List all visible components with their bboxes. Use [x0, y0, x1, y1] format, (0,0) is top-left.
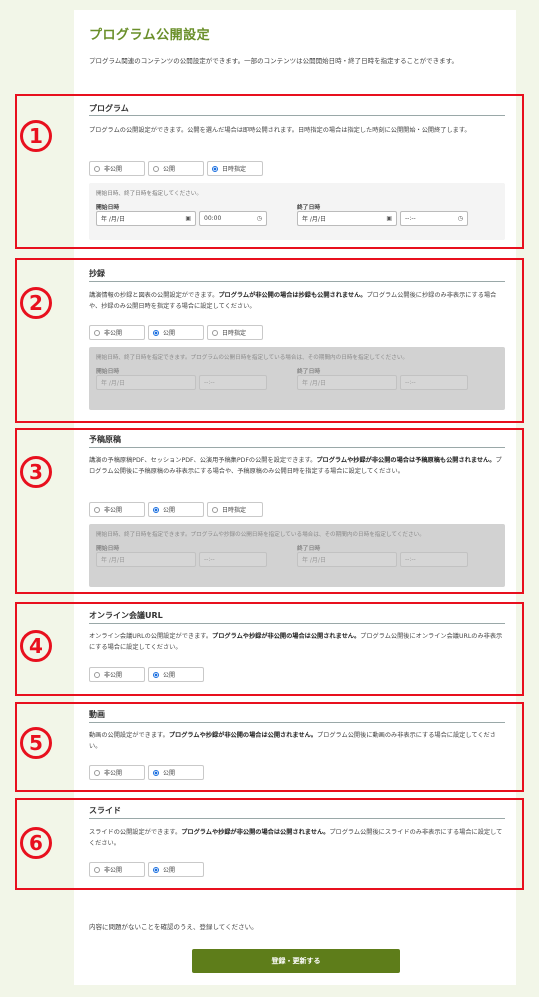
- end-time-input[interactable]: --:--: [400, 375, 468, 390]
- schedule-box-program: 開始日時、終了日時を指定してください。 開始日時 終了日時 年 /月/日 ▣ 00…: [89, 183, 505, 240]
- section-title-online: オンライン会議URL: [89, 611, 163, 620]
- radio-circle-icon: [153, 506, 159, 513]
- radio-circle-icon: [153, 329, 159, 336]
- marker-4: 4: [20, 630, 52, 662]
- visibility-radio-group-abstract: 非公開 公開 日時指定: [89, 325, 263, 340]
- start-date-input[interactable]: 年 /月/日: [96, 552, 196, 567]
- radio-circle-icon: [153, 671, 159, 678]
- radio-public[interactable]: 公開: [148, 502, 204, 517]
- start-date-input[interactable]: 年 /月/日: [96, 375, 196, 390]
- radio-public[interactable]: 公開: [148, 765, 204, 780]
- schedule-note: 開始日時、終了日時を指定できます。プログラムの公開日時を指定している場合は、その…: [96, 355, 409, 361]
- marker-6: 6: [20, 827, 52, 859]
- visibility-radio-group-program: 非公開 公開 日時指定: [89, 161, 263, 176]
- radio-circle-icon: [94, 329, 100, 336]
- start-label: 開始日時: [96, 205, 120, 211]
- page-intro: プログラム関連のコンテンツの公開設定ができます。一部のコンテンツは公開開始日時・…: [89, 57, 459, 65]
- section-divider: [89, 447, 505, 448]
- radio-circle-icon: [94, 671, 100, 678]
- radio-circle-icon: [94, 769, 100, 776]
- section-divider: [89, 623, 505, 624]
- radio-private[interactable]: 非公開: [89, 325, 145, 340]
- marker-3: 3: [20, 456, 52, 488]
- clock-icon: ◷: [457, 215, 463, 222]
- section-divider: [89, 115, 505, 116]
- start-time-input[interactable]: --:--: [199, 375, 267, 390]
- end-date-input[interactable]: 年 /月/日: [297, 375, 397, 390]
- end-label: 終了日時: [297, 546, 321, 552]
- marker-1: 1: [20, 120, 52, 152]
- confirm-note: 内容に問題がないことを確認のうえ、登録してください。: [89, 923, 258, 931]
- visibility-radio-group-slide: 非公開 公開: [89, 862, 204, 877]
- end-date-input[interactable]: 年 /月/日: [297, 552, 397, 567]
- start-time-input[interactable]: --:--: [199, 552, 267, 567]
- schedule-box-preprint: 開始日時、終了日時を指定できます。プログラムや抄録の公開日時を指定している場合は…: [89, 524, 505, 587]
- radio-circle-icon: [94, 506, 100, 513]
- section-desc-slide: スライドの公開設定ができます。プログラムや抄録が非公開の場合は公開されません。プ…: [89, 829, 503, 847]
- submit-button[interactable]: 登録・更新する: [192, 949, 400, 973]
- visibility-radio-group-video: 非公開 公開: [89, 765, 204, 780]
- schedule-box-abstract: 開始日時、終了日時を指定できます。プログラムの公開日時を指定している場合は、その…: [89, 347, 505, 410]
- start-label: 開始日時: [96, 546, 120, 552]
- end-date-input[interactable]: 年 /月/日 ▣: [297, 211, 397, 226]
- section-title-abstract: 抄録: [89, 269, 105, 278]
- section-title-video: 動画: [89, 710, 105, 719]
- start-label: 開始日時: [96, 369, 120, 375]
- clock-icon: ◷: [256, 215, 262, 222]
- section-title-slide: スライド: [89, 806, 121, 815]
- section-desc-preprint: 講演の予稿原稿PDF、セッションPDF、公演用予稿集PDFの公開を設定できます。…: [89, 457, 502, 475]
- marker-5: 5: [20, 727, 52, 759]
- radio-circle-icon: [212, 165, 218, 172]
- calendar-icon: ▣: [185, 215, 191, 222]
- section-desc-video: 動画の公開設定ができます。プログラムや抄録が非公開の場合は公開されません。プログ…: [89, 732, 496, 750]
- section-title-program: プログラム: [89, 104, 129, 113]
- radio-circle-icon: [94, 866, 100, 873]
- radio-private[interactable]: 非公開: [89, 862, 145, 877]
- radio-public[interactable]: 公開: [148, 862, 204, 877]
- section-divider: [89, 818, 505, 819]
- radio-circle-icon: [212, 329, 218, 336]
- section-divider: [89, 722, 505, 723]
- section-divider: [89, 281, 505, 282]
- radio-private[interactable]: 非公開: [89, 765, 145, 780]
- visibility-radio-group-online: 非公開 公開: [89, 667, 204, 682]
- radio-public[interactable]: 公開: [148, 161, 204, 176]
- radio-private[interactable]: 非公開: [89, 667, 145, 682]
- radio-private[interactable]: 非公開: [89, 161, 145, 176]
- start-time-input[interactable]: 00:00 ◷: [199, 211, 267, 226]
- radio-circle-icon: [212, 506, 218, 513]
- radio-circle-icon: [153, 769, 159, 776]
- end-time-input[interactable]: --:--: [400, 552, 468, 567]
- radio-public[interactable]: 公開: [148, 667, 204, 682]
- page-title: プログラム公開設定: [89, 28, 211, 43]
- radio-circle-icon: [153, 165, 159, 172]
- radio-circle-icon: [94, 165, 100, 172]
- radio-scheduled[interactable]: 日時指定: [207, 161, 263, 176]
- radio-public[interactable]: 公開: [148, 325, 204, 340]
- schedule-note: 開始日時、終了日時を指定できます。プログラムや抄録の公開日時を指定している場合は…: [96, 532, 425, 538]
- radio-private[interactable]: 非公開: [89, 502, 145, 517]
- radio-scheduled[interactable]: 日時指定: [207, 325, 263, 340]
- radio-scheduled[interactable]: 日時指定: [207, 502, 263, 517]
- end-label: 終了日時: [297, 369, 321, 375]
- section-title-preprint: 予稿原稿: [89, 435, 121, 444]
- start-date-input[interactable]: 年 /月/日 ▣: [96, 211, 196, 226]
- end-label: 終了日時: [297, 205, 321, 211]
- section-desc-online: オンライン会議URLの公開設定ができます。プログラムや抄録が非公開の場合は公開さ…: [89, 633, 503, 651]
- radio-circle-icon: [153, 866, 159, 873]
- end-time-input[interactable]: --:-- ◷: [400, 211, 468, 226]
- marker-2: 2: [20, 287, 52, 319]
- section-desc-program: プログラムの公開設定ができます。公開を選んだ場合は即時公開されます。日時指定の場…: [89, 127, 471, 134]
- schedule-note: 開始日時、終了日時を指定してください。: [96, 191, 202, 197]
- section-desc-abstract: 講演情報の抄録と図表の公開設定ができます。プログラムが非公開の場合は抄録も公開さ…: [89, 292, 497, 310]
- visibility-radio-group-preprint: 非公開 公開 日時指定: [89, 502, 263, 517]
- calendar-icon: ▣: [386, 215, 392, 222]
